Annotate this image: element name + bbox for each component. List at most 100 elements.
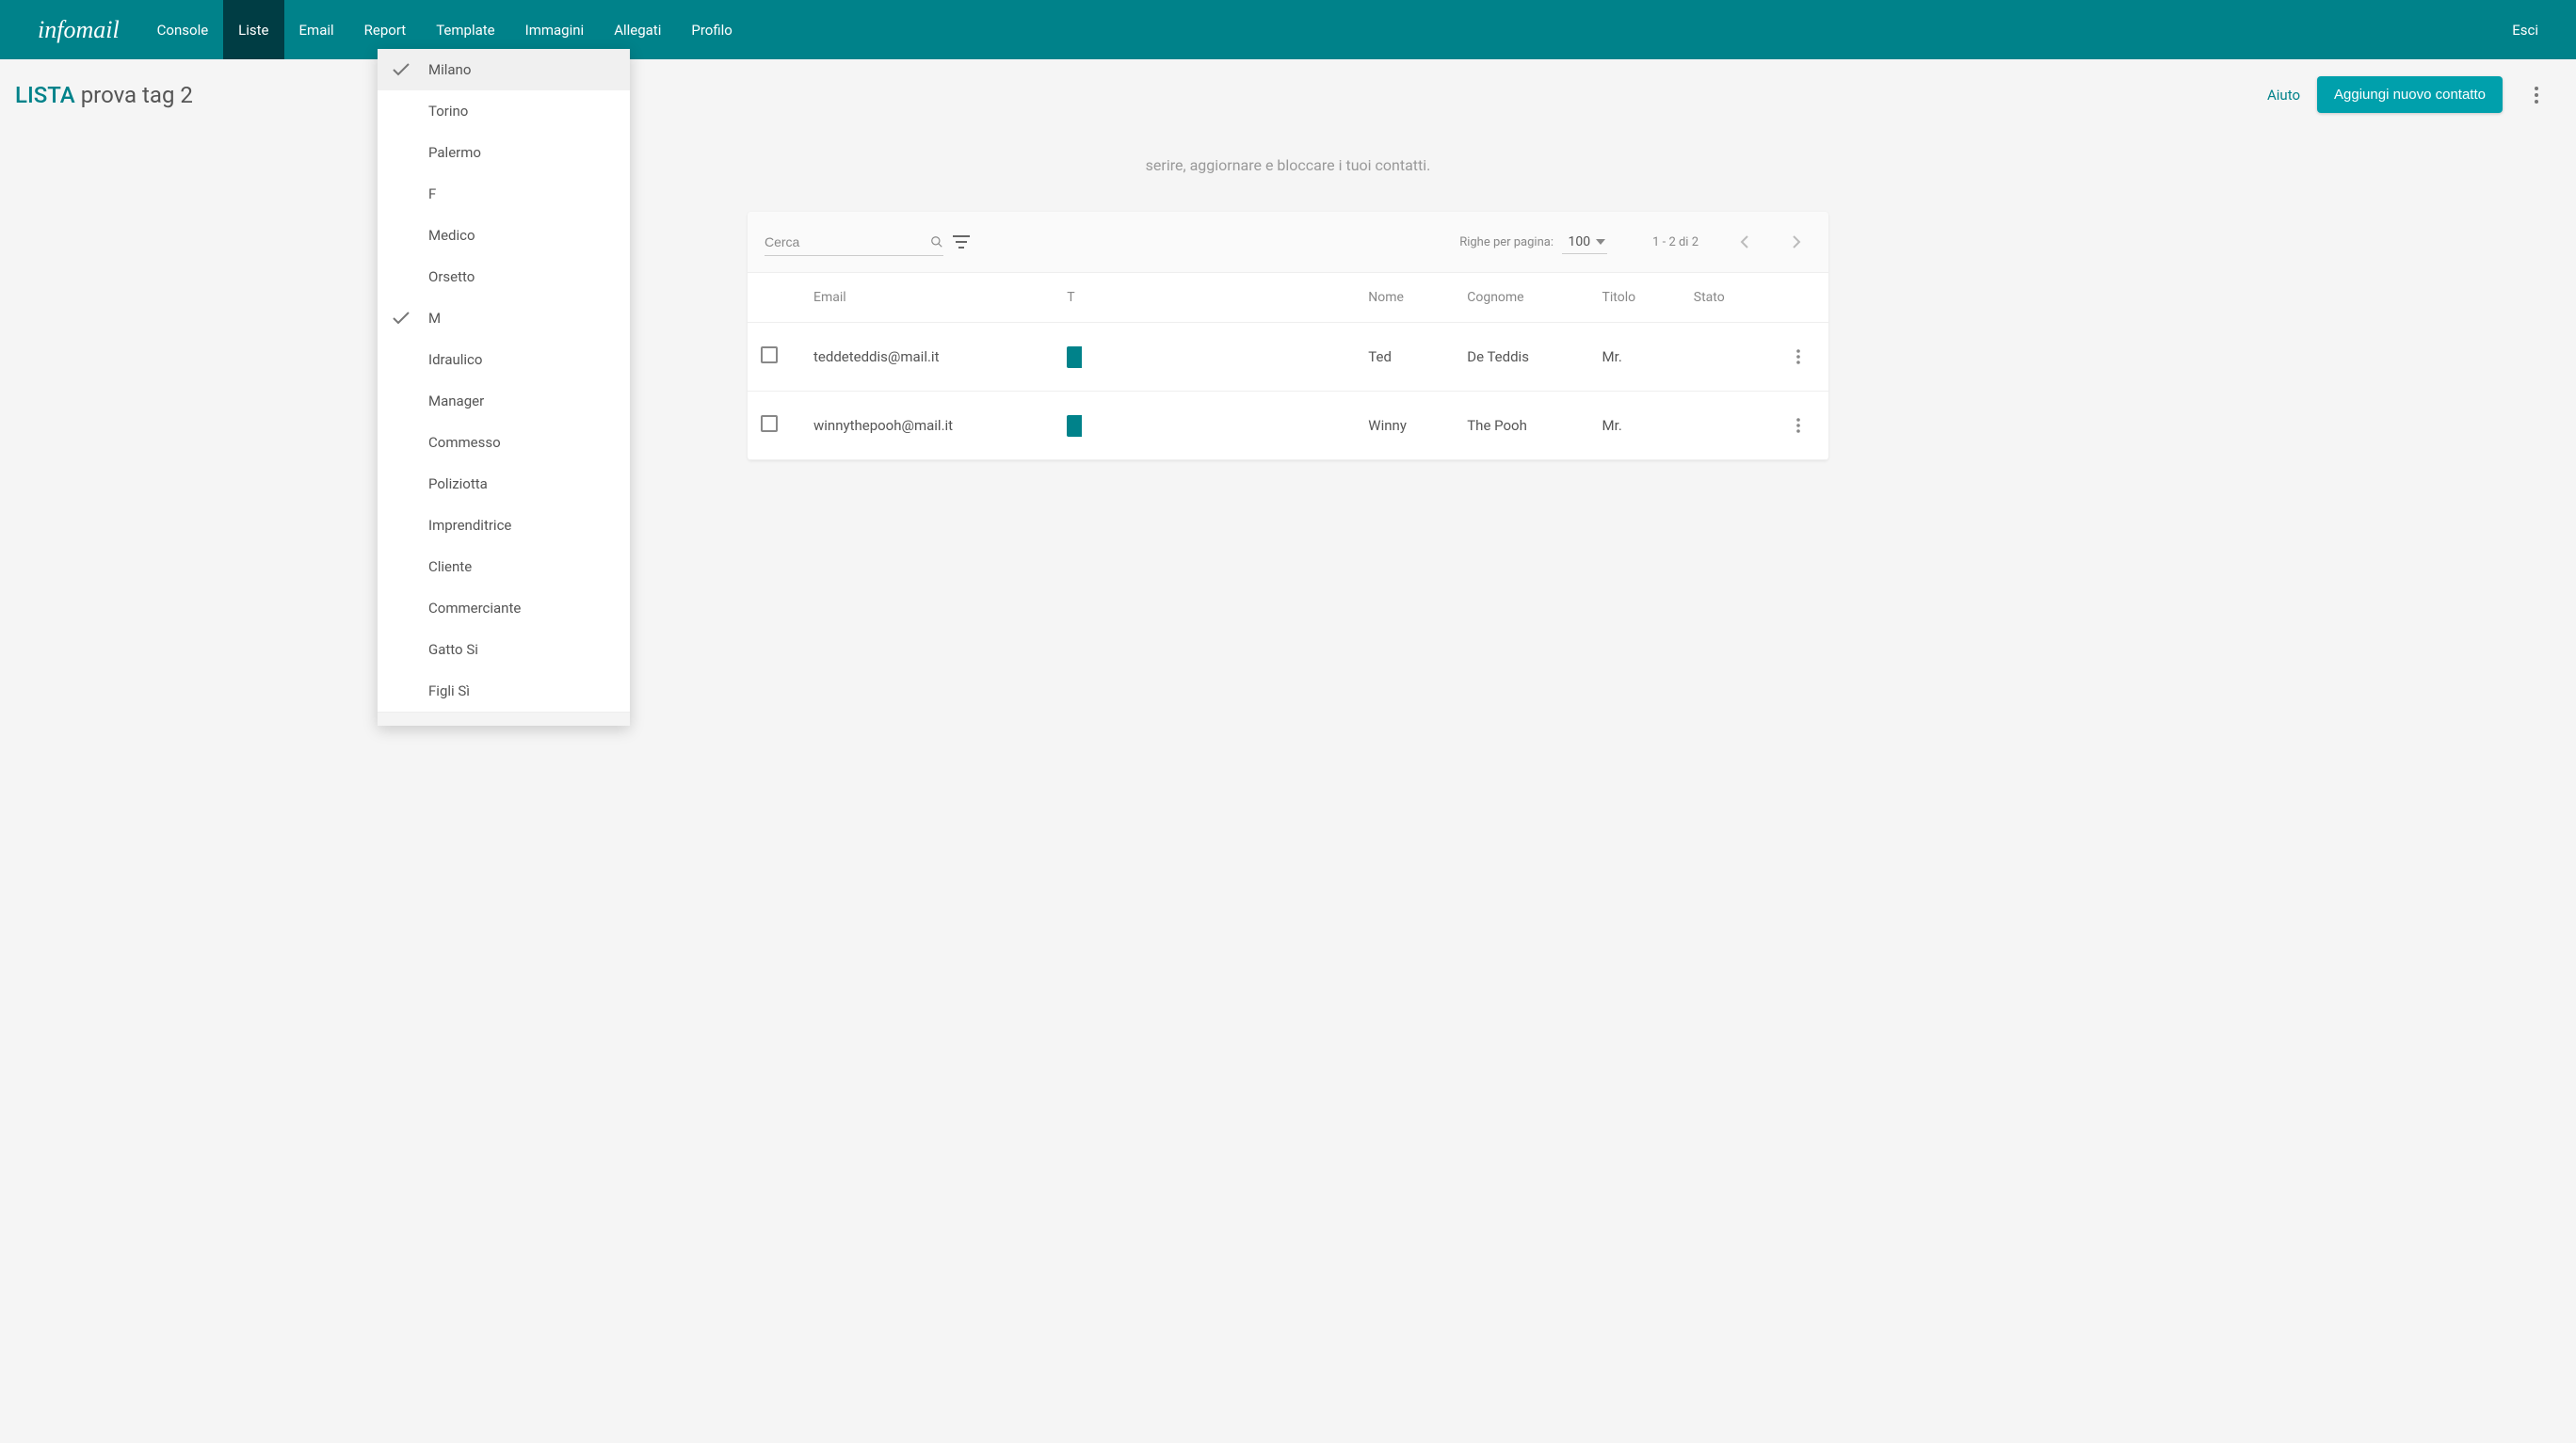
row-menu-button[interactable] [1781,340,1815,374]
cell-titolo: Mr. [1589,392,1681,460]
dropdown-item[interactable]: Palermo [378,132,630,173]
add-contact-button[interactable]: Aggiungi nuovo contatto [2317,76,2503,113]
chevron-down-icon [1596,239,1605,245]
more-vertical-icon [1796,418,1800,433]
row-checkbox[interactable] [761,415,778,432]
toolbar-right: Righe per pagina: 100 1 - 2 di 2 [1459,227,1811,257]
cell-stato [1681,392,1768,460]
dropdown-item[interactable]: F [378,173,630,215]
help-link[interactable]: Aiuto [2267,87,2300,104]
cell-cognome: The Pooh [1454,392,1588,460]
more-vertical-icon [2535,87,2538,104]
tag-chip[interactable] [1067,346,1081,368]
rows-per-page: Righe per pagina: 100 [1459,231,1607,254]
nav-logout[interactable]: Esci [2497,22,2553,39]
chevron-left-icon [1740,235,1748,249]
nav-profilo[interactable]: Profilo [676,0,747,59]
page-menu-button[interactable] [2520,78,2553,112]
logo: infomail [23,16,135,44]
check-icon [393,63,423,76]
col-spacer [1148,273,1355,323]
nav-console[interactable]: Console [142,0,224,59]
dropdown-item[interactable]: Medico [378,215,630,256]
header-actions: Aiuto Aggiungi nuovo contatto [2267,76,2553,113]
dropdown-item[interactable]: Orsetto [378,256,630,297]
toolbar: Righe per pagina: 100 1 - 2 di 2 [748,212,1828,273]
tag-chip[interactable] [1067,415,1081,437]
dropdown-item-label: Poliziotta [428,475,615,492]
dropdown-item[interactable]: Cliente [378,546,630,587]
cell-stato [1681,323,1768,392]
col-stato[interactable]: Stato [1681,273,1768,323]
table-row: winnythepooh@mail.it Winny The Pooh Mr. [748,392,1828,460]
dropdown-item[interactable]: Figli Sì [378,670,630,712]
row-checkbox[interactable] [761,346,778,363]
pagination-info: 1 - 2 di 2 [1652,235,1699,249]
dropdown-item-label: Imprenditrice [428,517,615,534]
contacts-card: Righe per pagina: 100 1 - 2 di 2 Email T [748,212,1828,460]
row-menu-button[interactable] [1781,409,1815,442]
nav-email[interactable]: Email [284,0,349,59]
dropdown-item-label: Gatto Si [428,641,615,658]
search-input[interactable] [765,234,930,249]
cell-email: winnythepooh@mail.it [800,392,1054,460]
cell-nome: Winny [1355,392,1454,460]
nav-right: Esci [2497,22,2553,39]
dropdown-item[interactable]: Milano [378,49,630,90]
dropdown-item[interactable]: Commerciante [378,587,630,629]
dropdown-item[interactable]: Idraulico [378,339,630,380]
tag-filter-dropdown[interactable]: Milano Torino Palermo F Medico Orsetto M Idraul… [378,49,630,726]
dropdown-item-label: Commerciante [428,600,615,617]
dropdown-item-label: Orsetto [428,268,615,285]
table-row: teddeteddis@mail.it Ted De Teddis Mr. [748,323,1828,392]
dropdown-item[interactable]: M [378,297,630,339]
dropdown-item-label: Milano [428,61,615,78]
filter-icon[interactable] [953,235,970,249]
dropdown-item-label: Figli Sì [428,682,615,699]
dropdown-item[interactable]: Imprenditrice [378,505,630,546]
cell-titolo: Mr. [1589,323,1681,392]
page-title: LISTA prova tag 2 [15,82,193,108]
cell-nome: Ted [1355,323,1454,392]
search-icon [930,235,943,249]
dropdown-item-label: Cliente [428,558,615,575]
more-vertical-icon [1796,349,1800,364]
table-header-row: Email T Nome Cognome Titolo Stato [748,273,1828,323]
prev-page-button[interactable] [1729,227,1759,257]
dropdown-item[interactable]: Manager [378,380,630,422]
page-title-prefix: LISTA [15,82,75,108]
cell-email: teddeteddis@mail.it [800,323,1054,392]
dropdown-item-label: Manager [428,393,615,409]
col-checkbox [748,273,800,323]
col-actions [1768,273,1828,323]
rows-per-page-label: Righe per pagina: [1459,235,1554,249]
col-tag[interactable]: T [1054,273,1148,323]
dropdown-item[interactable]: Poliziotta [378,463,630,505]
dropdown-scroll[interactable]: Milano Torino Palermo F Medico Orsetto M Idraul… [378,49,630,712]
nav-liste[interactable]: Liste [223,0,283,59]
dropdown-horizontal-scrollbar[interactable] [378,712,630,726]
col-nome[interactable]: Nome [1355,273,1454,323]
page-title-rest: prova tag 2 [81,82,193,108]
dropdown-item-label: Commesso [428,434,615,451]
dropdown-item-label: Palermo [428,144,615,161]
dropdown-item[interactable]: Commesso [378,422,630,463]
dropdown-item-label: Medico [428,227,615,244]
dropdown-item-label: M [428,310,615,327]
col-titolo[interactable]: Titolo [1589,273,1681,323]
dropdown-item-label: F [428,185,615,202]
dropdown-item[interactable]: Gatto Si [378,629,630,670]
dropdown-item[interactable]: Torino [378,90,630,132]
col-email[interactable]: Email [800,273,1054,323]
dropdown-item-label: Idraulico [428,351,615,368]
rows-per-page-select[interactable]: 100 [1562,231,1607,254]
next-page-button[interactable] [1781,227,1811,257]
check-icon [393,312,423,325]
dropdown-item-label: Torino [428,103,615,120]
search-field[interactable] [765,229,943,256]
contacts-table: Email T Nome Cognome Titolo Stato teddet… [748,273,1828,460]
chevron-right-icon [1793,235,1801,249]
cell-cognome: De Teddis [1454,323,1588,392]
rows-per-page-value: 100 [1568,234,1590,249]
col-cognome[interactable]: Cognome [1454,273,1588,323]
